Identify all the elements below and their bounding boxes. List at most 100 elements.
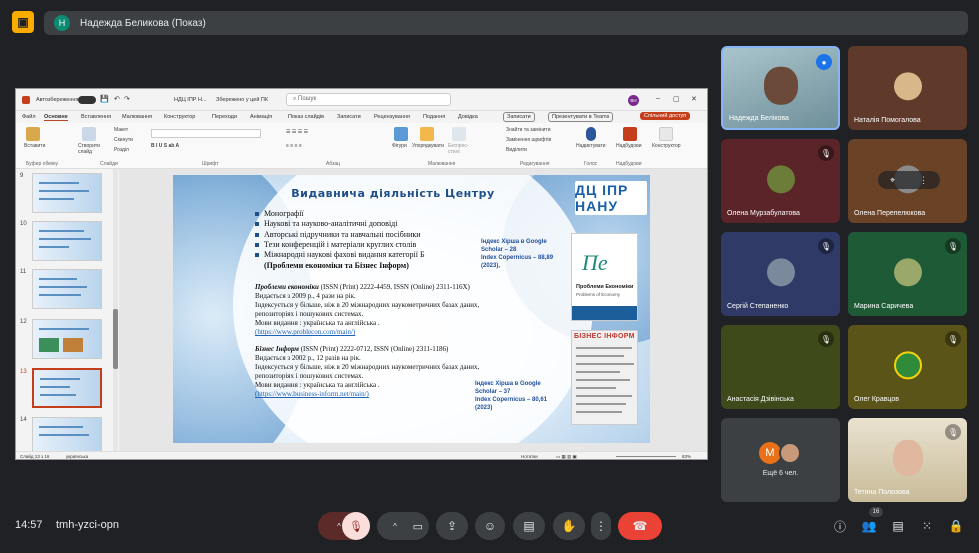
others-tile[interactable]: М Ещё 6 чел.: [721, 418, 840, 502]
mic-off-icon[interactable]: 🎙: [342, 512, 370, 540]
quick-styles-icon[interactable]: [452, 127, 466, 141]
search-input[interactable]: ⌕ Пошук: [286, 93, 451, 106]
slide-thumbnail[interactable]: [32, 269, 102, 309]
participant-tile[interactable]: 🎙 Сергій Степаненко: [721, 232, 840, 316]
designer-label[interactable]: Конструктор: [652, 143, 681, 149]
slide-thumbnail[interactable]: [32, 173, 102, 213]
paragraph-align-buttons[interactable]: ≡ ≡ ≡ ≡: [286, 143, 302, 149]
participant-tile[interactable]: ● Надежда Белікова: [721, 46, 840, 130]
addins-label[interactable]: Надбудови: [616, 143, 642, 149]
user-avatar[interactable]: ВН: [628, 95, 639, 106]
record-button[interactable]: Записати: [503, 112, 535, 122]
tab-view[interactable]: Подання: [423, 114, 445, 120]
font-name-field[interactable]: [151, 129, 261, 138]
share-button[interactable]: Спільний доступ: [640, 112, 691, 120]
close-icon[interactable]: ✕: [691, 95, 697, 103]
tab-home[interactable]: Основне: [44, 114, 68, 121]
info-icon[interactable]: ⓘ: [829, 515, 851, 537]
reset-button[interactable]: Скинути: [114, 137, 133, 143]
slide-thumbnail[interactable]: [32, 221, 102, 261]
tab-design[interactable]: Конструктор: [164, 114, 195, 120]
captions-button[interactable]: ▤: [513, 512, 545, 540]
mic-control[interactable]: ^ 🎙: [318, 512, 370, 540]
tab-file[interactable]: Файл: [22, 114, 36, 120]
minimize-icon[interactable]: –: [656, 95, 660, 102]
paragraph-list-buttons[interactable]: ☰ ☰ ☰ ☰: [286, 129, 308, 135]
shapes-icon[interactable]: [394, 127, 408, 141]
journal2-link[interactable]: (https://www.business-inform.net/main/): [255, 390, 369, 398]
zoom-level[interactable]: 83%: [682, 454, 691, 459]
camera-control[interactable]: ^ ▭: [377, 512, 429, 540]
raise-hand-button[interactable]: ✋: [553, 512, 585, 540]
present-teams-button[interactable]: Презентувати в Teams: [548, 112, 614, 122]
participant-tile[interactable]: 🎙 Олег Кравцов: [848, 325, 967, 409]
participant-tile[interactable]: 🎙 Анастасія Дзівінська: [721, 325, 840, 409]
people-icon[interactable]: 👥: [858, 515, 880, 537]
scrollbar-thumb[interactable]: [113, 309, 118, 369]
more-icon[interactable]: ⋮: [919, 175, 928, 186]
view-buttons[interactable]: ▭ ▦ ▥ ▣: [556, 454, 577, 459]
tab-draw[interactable]: Малювання: [122, 114, 152, 120]
pin-icon[interactable]: ⌖: [890, 175, 895, 186]
tab-transitions[interactable]: Переходи: [212, 114, 237, 120]
slide-thumbnail[interactable]: [32, 417, 102, 451]
chat-icon[interactable]: ▤: [887, 515, 909, 537]
chevron-up-icon[interactable]: ^: [337, 522, 341, 531]
addins-icon[interactable]: [623, 127, 637, 141]
arrange-icon[interactable]: [420, 127, 434, 141]
leave-call-button[interactable]: ☎: [618, 512, 662, 540]
undo-icon[interactable]: ↶: [114, 95, 120, 103]
presentation-icon[interactable]: ▣: [12, 11, 34, 33]
journal1-url[interactable]: (https://www.problecon.com/main/): [255, 328, 355, 336]
new-slide-label[interactable]: Створити слайд: [78, 143, 102, 155]
save-icon[interactable]: 💾: [100, 95, 109, 103]
maximize-icon[interactable]: ▢: [673, 95, 680, 103]
slide-thumbnail-selected[interactable]: [32, 368, 102, 408]
participant-tile[interactable]: ⌖ ⋮ Олена Перепелюкова: [848, 139, 967, 223]
tab-insert[interactable]: Вставлення: [81, 114, 111, 120]
tile-hover-controls[interactable]: ⌖ ⋮: [878, 171, 940, 189]
paste-label[interactable]: Вставити: [24, 143, 45, 149]
new-slide-icon[interactable]: [82, 127, 96, 141]
avatar: М: [759, 442, 781, 464]
presenter-chip[interactable]: Н Надежда Беликова (Показ): [44, 11, 968, 35]
emoji-button[interactable]: ☺: [475, 512, 505, 540]
journal1-link[interactable]: (https://www.problecon.com/main/): [255, 328, 355, 336]
present-button[interactable]: ⇪: [436, 512, 468, 540]
shapes-label[interactable]: Фігури: [392, 143, 407, 149]
participant-tile[interactable]: Наталія Помогалова: [848, 46, 967, 130]
arrange-label[interactable]: Упорядкувати: [412, 143, 444, 149]
activities-icon[interactable]: ⁙: [916, 515, 938, 537]
language-status[interactable]: українська: [66, 454, 88, 459]
font-format-buttons[interactable]: B I U S ab A: [151, 143, 179, 149]
tab-review[interactable]: Рецензування: [374, 114, 410, 120]
find-replace-button[interactable]: Знайти та замінити: [506, 127, 551, 133]
autosave-toggle[interactable]: [78, 96, 96, 104]
tab-animations[interactable]: Анімація: [250, 114, 272, 120]
section-button[interactable]: Розділ: [114, 147, 129, 153]
tab-slideshow[interactable]: Показ слайдів: [288, 114, 324, 120]
tab-help[interactable]: Довідка: [458, 114, 478, 120]
zoom-slider[interactable]: [616, 456, 676, 457]
quick-styles-label[interactable]: Експрес-стилі: [448, 143, 470, 155]
journal2-url[interactable]: (https://www.business-inform.net/main/): [255, 390, 369, 398]
participant-tile[interactable]: 🎙 Олена Мурзабулатова: [721, 139, 840, 223]
redo-icon[interactable]: ↷: [124, 95, 130, 103]
more-options-button[interactable]: ⋮: [591, 512, 611, 540]
replace-fonts-button[interactable]: Замінення шрифтів: [506, 137, 551, 143]
participant-tile[interactable]: 🎙 Марина Саричева: [848, 232, 967, 316]
autosave-label: Автозбереження: [36, 97, 79, 103]
layout-button[interactable]: Макет: [114, 127, 128, 133]
tab-record[interactable]: Записати: [337, 114, 361, 120]
host-controls-icon[interactable]: 🔒: [945, 515, 967, 537]
participant-tile[interactable]: 🎙 Тетяна Полозова: [848, 418, 967, 502]
paste-icon[interactable]: [26, 127, 40, 141]
dictate-label[interactable]: Надиктувати: [576, 143, 606, 149]
slide-thumbnail[interactable]: [32, 319, 102, 359]
select-button[interactable]: Виділити: [506, 147, 527, 153]
designer-icon[interactable]: [659, 127, 673, 141]
notes-button[interactable]: Нотатки: [521, 454, 538, 459]
chevron-up-icon[interactable]: ^: [393, 522, 397, 531]
camera-icon[interactable]: ▭: [413, 520, 423, 533]
microphone-icon[interactable]: [586, 127, 596, 141]
